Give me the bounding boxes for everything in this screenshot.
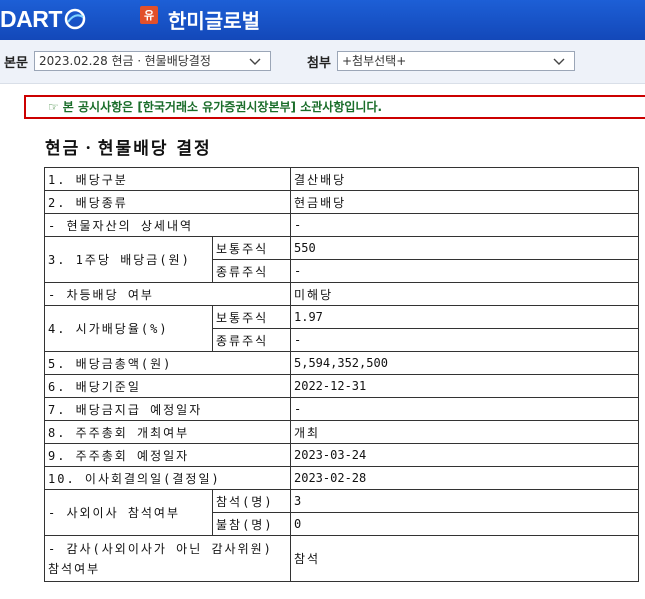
table-row: 7. 배당금지급 예정일자 -	[44, 397, 639, 421]
table-row: 8. 주주총회 개최여부 개최	[44, 420, 639, 444]
logo-text: DART	[0, 5, 62, 32]
market-badge: 유	[140, 6, 158, 24]
document-title: 현금ㆍ현물배당 결정	[45, 139, 212, 159]
row-value: 550	[290, 236, 639, 260]
row-value: 미해당	[290, 282, 639, 306]
row-label: 3. 1주당 배당금(원)	[44, 236, 213, 283]
table-row: 3. 1주당 배당금(원) 보통주식 550	[44, 236, 639, 283]
row-value: 0	[290, 512, 639, 536]
row-sublabel: 종류주식	[212, 259, 291, 283]
table-row: 4. 시가배당율(%) 보통주식 1.97	[44, 305, 639, 352]
row-value: -	[290, 213, 639, 237]
attachment-select[interactable]: +첨부선택+	[337, 51, 575, 71]
notice-text: 본 공시사항은 [한국거래소 유가증권시장본부] 소관사항입니다.	[62, 100, 383, 114]
row-value: 참석	[290, 535, 639, 582]
table-row: - 현물자산의 상세내역 -	[44, 213, 639, 237]
row-sublabel: 참석(명)	[212, 489, 291, 513]
document-selection-bar: 본문 2023.02.28 현금ㆍ현물배당결정 첨부 +첨부선택+	[0, 40, 645, 84]
row-label: - 감사(사외이사가 아닌 감사위원) 참석여부	[44, 535, 291, 582]
table-row: 2. 배당종류 현금배당	[44, 190, 639, 214]
table-row: - 감사(사외이사가 아닌 감사위원) 참석여부 참석	[44, 535, 639, 582]
row-label: 9. 주주총회 예정일자	[44, 443, 291, 467]
row-label: - 현물자산의 상세내역	[44, 213, 291, 237]
row-label: 5. 배당금총액(원)	[44, 351, 291, 375]
row-sublabel: 보통주식	[212, 236, 291, 260]
row-sublabel: 보통주식	[212, 305, 291, 329]
row-label: 8. 주주총회 개최여부	[44, 420, 291, 444]
dividend-table: 1. 배당구분 결산배당 2. 배당종류 현금배당 - 현물자산의 상세내역 -…	[44, 167, 639, 582]
row-value: 개최	[290, 420, 639, 444]
dart-logo[interactable]: DART	[0, 4, 86, 34]
row-value: 현금배당	[290, 190, 639, 214]
row-value: 1.97	[290, 305, 639, 329]
main-doc-select-value: 2023.02.28 현금ㆍ현물배당결정	[39, 54, 211, 68]
table-row: 1. 배당구분 결산배당	[44, 167, 639, 191]
row-label: 6. 배당기준일	[44, 374, 291, 398]
row-value: 5,594,352,500	[290, 351, 639, 375]
chevron-down-icon	[249, 58, 261, 65]
row-value: -	[290, 397, 639, 421]
row-value: -	[290, 328, 639, 352]
company-name: 한미글로벌	[168, 9, 260, 33]
chevron-down-icon	[553, 58, 565, 65]
row-sublabel: 불참(명)	[212, 512, 291, 536]
notice-box: ☞ 본 공시사항은 [한국거래소 유가증권시장본부] 소관사항입니다.	[24, 95, 645, 119]
row-label: - 차등배당 여부	[44, 282, 291, 306]
row-label: 2. 배당종류	[44, 190, 291, 214]
top-header: DART 유 한미글로벌	[0, 0, 645, 40]
attachment-select-value: +첨부선택+	[342, 54, 407, 68]
disclosure-content: ☞ 본 공시사항은 [한국거래소 유가증권시장본부] 소관사항입니다. 현금ㆍ현물…	[0, 84, 645, 599]
hand-pointer-icon: ☞	[48, 100, 59, 114]
row-label: 10. 이사회결의일(결정일)	[44, 466, 291, 490]
row-label: - 사외이사 참석여부	[44, 489, 213, 536]
row-label: 4. 시가배당율(%)	[44, 305, 213, 352]
table-row: 9. 주주총회 예정일자 2023-03-24	[44, 443, 639, 467]
attachment-label: 첨부	[307, 56, 331, 71]
main-doc-label: 본문	[4, 56, 28, 71]
main-doc-select[interactable]: 2023.02.28 현금ㆍ현물배당결정	[34, 51, 271, 71]
table-row: 10. 이사회결의일(결정일) 2023-02-28	[44, 466, 639, 490]
table-row: - 사외이사 참석여부 참석(명) 3	[44, 489, 639, 536]
row-label: 7. 배당금지급 예정일자	[44, 397, 291, 421]
row-value: 2023-02-28	[290, 466, 639, 490]
row-value: 결산배당	[290, 167, 639, 191]
row-label: 1. 배당구분	[44, 167, 291, 191]
table-row: - 차등배당 여부 미해당	[44, 282, 639, 306]
row-sublabel: 종류주식	[212, 328, 291, 352]
logo-swirl-icon	[64, 8, 86, 30]
table-row: 5. 배당금총액(원) 5,594,352,500	[44, 351, 639, 375]
row-value: -	[290, 259, 639, 283]
table-row: 6. 배당기준일 2022-12-31	[44, 374, 639, 398]
row-value: 2022-12-31	[290, 374, 639, 398]
row-value: 2023-03-24	[290, 443, 639, 467]
row-value: 3	[290, 489, 639, 513]
